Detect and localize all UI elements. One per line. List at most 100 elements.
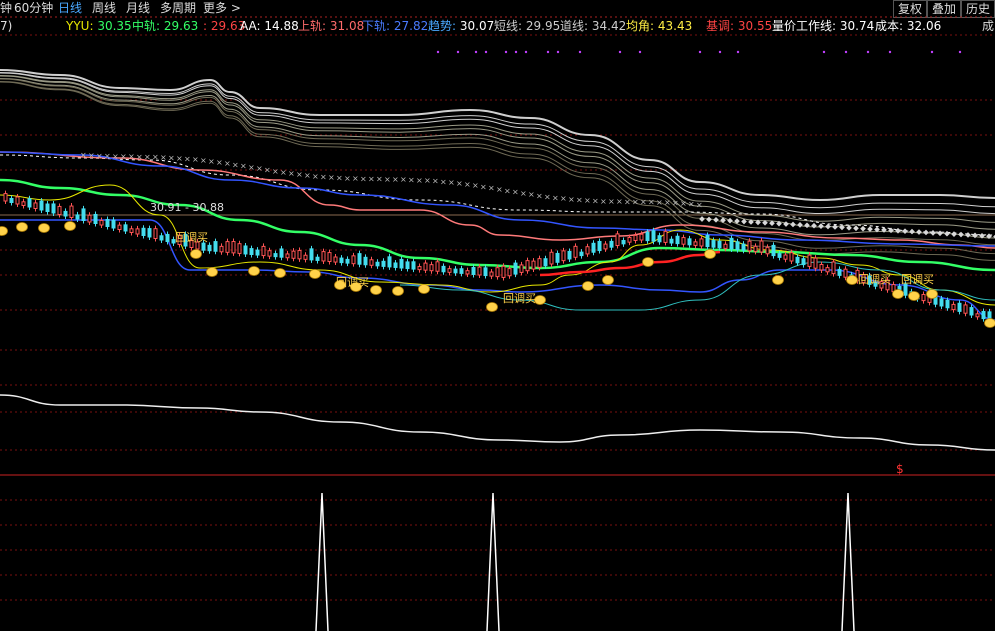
x-mark: × — [584, 196, 591, 205]
candle-body — [507, 268, 512, 277]
signal-dot — [618, 50, 622, 54]
candle-body — [495, 267, 500, 278]
price-chart[interactable]: × × × × × × × × × × × × × × × × × × × × × × × × × × × × × × × × × × × × × × × ×… — [0, 0, 995, 631]
candle-body — [297, 250, 302, 260]
candle-body — [327, 252, 332, 263]
diamond-mark — [804, 222, 810, 229]
signal-dot — [524, 50, 528, 54]
candle-body — [159, 235, 164, 241]
candle-body — [321, 251, 326, 262]
candle-body — [741, 243, 746, 251]
candle-body — [795, 256, 800, 264]
candle-body — [807, 254, 812, 267]
x-mark: × — [408, 175, 415, 184]
x-mark: × — [376, 175, 383, 184]
callback-buy-label: 回调买 — [858, 273, 891, 286]
diamond-mark — [818, 223, 824, 229]
candle-body — [639, 233, 644, 241]
candle-body — [93, 213, 98, 225]
x-mark: × — [480, 182, 487, 191]
callback-buy-label: 回调买 — [503, 292, 536, 305]
candle-body — [267, 250, 272, 257]
signal-dot — [456, 50, 460, 54]
signal-coin — [392, 286, 404, 296]
x-mark: × — [312, 172, 319, 181]
signal-coin — [486, 302, 498, 312]
candle-body — [837, 268, 842, 276]
diamond-mark — [713, 217, 719, 223]
signal-coin — [892, 289, 904, 299]
diamond-mark — [944, 230, 950, 237]
x-mark: × — [680, 199, 687, 208]
signal-coin — [602, 275, 614, 285]
signal-dot — [822, 50, 826, 54]
diamond-mark — [930, 230, 936, 236]
candle-body — [411, 261, 416, 270]
x-mark: × — [80, 151, 87, 160]
candle-body — [519, 264, 524, 273]
x-mark: × — [264, 165, 271, 174]
diamond-mark — [860, 225, 866, 232]
x-mark: × — [640, 198, 647, 207]
x-mark: × — [448, 178, 455, 187]
candle-body — [75, 214, 80, 220]
signal-dot — [958, 50, 962, 54]
signal-dot — [718, 50, 722, 54]
x-mark: × — [216, 158, 223, 167]
candle-body — [573, 245, 578, 258]
x-mark: × — [512, 188, 519, 197]
x-mark: × — [696, 200, 703, 209]
signal-coin — [984, 318, 995, 328]
x-mark: × — [424, 176, 431, 185]
candle-body — [945, 299, 950, 309]
candle-body — [117, 224, 122, 231]
candle-body — [441, 265, 446, 273]
signal-coin — [309, 269, 321, 279]
candle-body — [471, 267, 476, 275]
candle-body — [345, 258, 350, 264]
candle-body — [51, 203, 56, 214]
candle-body — [291, 250, 296, 259]
signal-coin — [846, 275, 858, 285]
candle-body — [363, 256, 368, 266]
x-mark: × — [536, 191, 543, 200]
candle-body — [843, 268, 848, 278]
candle-body — [555, 252, 560, 263]
candle-body — [957, 302, 962, 312]
x-mark: × — [568, 195, 575, 204]
x-mark: × — [304, 171, 311, 180]
x-mark: × — [248, 163, 255, 172]
candle-body — [783, 254, 788, 260]
diamond-mark — [790, 221, 796, 228]
x-mark: × — [136, 152, 143, 161]
signal-coin — [206, 267, 218, 277]
signal-coin — [190, 249, 202, 259]
candle-body — [531, 260, 536, 270]
candle-body — [459, 268, 464, 274]
candle-body — [735, 241, 740, 251]
candle-body — [435, 261, 440, 272]
x-mark: × — [168, 153, 175, 162]
candle-body — [45, 203, 50, 213]
signal-dot — [736, 50, 740, 54]
x-mark: × — [344, 174, 351, 183]
candle-body — [105, 218, 110, 227]
signal-dot — [556, 50, 560, 54]
signal-spikes — [315, 492, 855, 631]
diamond-mark — [895, 227, 901, 234]
candle-body — [135, 228, 140, 235]
candle-body — [621, 240, 626, 245]
diamond-mark — [909, 228, 915, 235]
x-mark: × — [160, 153, 167, 162]
x-mark: × — [360, 174, 367, 183]
candle-body — [375, 261, 380, 267]
x-mark: × — [392, 175, 399, 184]
x-mark: × — [224, 159, 231, 168]
x-mark: × — [176, 154, 183, 163]
price-range-label: 30.91 - 30.88 — [150, 201, 224, 214]
candle-body — [429, 264, 434, 272]
candle-body — [39, 200, 44, 211]
signal-spike — [315, 492, 329, 631]
candle-body — [231, 241, 236, 254]
x-mark: × — [112, 152, 119, 161]
